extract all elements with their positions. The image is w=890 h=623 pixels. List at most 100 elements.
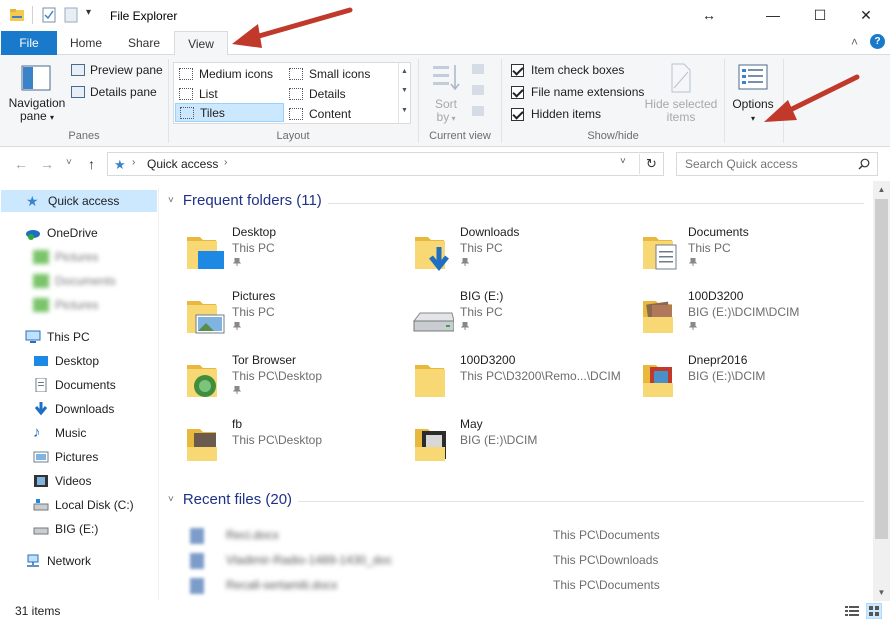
- folder-icon: [415, 365, 445, 397]
- small-icons-icon: [289, 67, 303, 80]
- refresh-icon[interactable]: ↻: [646, 156, 657, 172]
- hidden-items-toggle[interactable]: Hidden items: [511, 104, 601, 124]
- hide-selected-icon: [671, 63, 691, 93]
- folder-tile-100d3200[interactable]: 100D3200 BIG (E:)\DCIM\DCIM: [640, 289, 860, 345]
- nav-music[interactable]: ♪ Music: [33, 422, 86, 444]
- tab-file[interactable]: File: [1, 31, 57, 55]
- pin-icon[interactable]: [233, 258, 241, 266]
- scroll-down-arrow-icon[interactable]: ▼: [873, 584, 890, 601]
- folder-tile-100d3200-remote[interactable]: 100D3200 This PC\D3200\Remo...\DCIM: [412, 353, 632, 409]
- address-dropdown-icon[interactable]: ˅: [620, 156, 626, 167]
- documents-icon: [35, 378, 47, 392]
- new-folder-icon[interactable]: [63, 7, 79, 23]
- nav-onedrive-child[interactable]: Pictures: [33, 246, 98, 268]
- vertical-scrollbar[interactable]: ▲ ▼: [873, 181, 890, 601]
- nav-onedrive-child[interactable]: Pictures: [33, 294, 98, 316]
- nav-onedrive-child[interactable]: Documents: [33, 270, 116, 292]
- tiles-icon: [180, 106, 194, 119]
- folder-tile-downloads[interactable]: Downloads This PC: [412, 225, 632, 281]
- details-view-icon[interactable]: [845, 605, 859, 617]
- breadcrumb-chevron-icon[interactable]: ›: [132, 157, 135, 168]
- tab-home[interactable]: Home: [57, 31, 115, 55]
- item-check-boxes-toggle[interactable]: Item check boxes: [511, 60, 624, 80]
- frequent-folders-header[interactable]: ˅ Frequent folders (11): [168, 192, 322, 209]
- forward-button[interactable]: →: [40, 156, 54, 172]
- pin-icon[interactable]: [233, 386, 241, 394]
- folder-tile-dnepr2016[interactable]: Dnepr2016 BIG (E:)\DCIM: [640, 353, 860, 409]
- nav-documents[interactable]: Documents: [33, 374, 116, 396]
- minimize-button[interactable]: —: [750, 0, 796, 30]
- properties-icon[interactable]: [41, 7, 57, 23]
- chevron-down-icon[interactable]: ˅: [168, 195, 174, 206]
- sort-by-button[interactable]: Sort by ▾: [427, 60, 465, 128]
- breadcrumb-chevron-icon[interactable]: ›: [224, 157, 227, 168]
- options-icon: [738, 64, 768, 90]
- maximize-button[interactable]: ☐: [797, 0, 843, 30]
- pin-icon[interactable]: [689, 322, 697, 330]
- folder-tile-big-drive[interactable]: BIG (E:) This PC: [412, 289, 632, 345]
- recent-file-row[interactable]: Reci.docx This PC\Documents: [160, 525, 860, 545]
- pin-icon[interactable]: [233, 322, 241, 330]
- folder-tile-may[interactable]: May BIG (E:)\DCIM: [412, 417, 632, 473]
- tiles-view-icon[interactable]: [866, 603, 882, 619]
- scroll-up-icon[interactable]: ▲: [399, 63, 410, 81]
- nav-this-pc[interactable]: This PC: [25, 326, 90, 348]
- nav-downloads[interactable]: Downloads: [33, 398, 114, 420]
- folder-tile-fb[interactable]: fb This PC\Desktop: [184, 417, 404, 473]
- nav-onedrive[interactable]: OneDrive: [25, 222, 98, 244]
- recent-file-row[interactable]: Vladimir-Radio-1489-1430_doc This PC\Dow…: [160, 550, 860, 570]
- nav-pictures[interactable]: Pictures: [33, 446, 98, 468]
- recent-locations-icon[interactable]: ˅: [66, 157, 72, 168]
- layout-gallery-scroll[interactable]: ▲ ▼ ▼: [398, 63, 410, 123]
- hide-selected-items-button[interactable]: Hide selected items: [644, 60, 718, 128]
- recent-files-header[interactable]: ˅ Recent files (20): [168, 491, 292, 508]
- chevron-down-icon[interactable]: ˅: [168, 494, 174, 505]
- navigation-pane-button[interactable]: Navigation pane ▾: [6, 59, 66, 127]
- layout-small-icons[interactable]: Small icons: [285, 64, 397, 83]
- recent-file-row[interactable]: Recall-sertamiti.docx This PC\Documents: [160, 575, 860, 595]
- search-icon[interactable]: [858, 158, 870, 170]
- scrollbar-thumb[interactable]: [875, 199, 888, 539]
- up-button[interactable]: ↑: [88, 156, 95, 172]
- checkbox-checked-icon[interactable]: [511, 107, 524, 121]
- layout-content[interactable]: Content: [285, 104, 397, 123]
- folder-tile-pictures[interactable]: Pictures This PC: [184, 289, 404, 345]
- customize-qa-dropdown-icon[interactable]: ▾: [86, 7, 91, 18]
- nav-quick-access[interactable]: ★ Quick access: [1, 190, 157, 212]
- scroll-down-icon[interactable]: ▼: [399, 81, 410, 101]
- folder-tile-documents[interactable]: Documents This PC: [640, 225, 860, 281]
- scroll-up-arrow-icon[interactable]: ▲: [873, 181, 890, 198]
- search-input[interactable]: [678, 154, 853, 174]
- details-pane-button[interactable]: Details pane: [71, 82, 157, 102]
- current-view-group-label: Current view: [429, 130, 491, 142]
- preview-pane-button[interactable]: Preview pane: [71, 60, 163, 80]
- nav-network[interactable]: Network: [25, 550, 91, 572]
- checkbox-checked-icon[interactable]: [511, 63, 524, 77]
- back-button[interactable]: ←: [14, 156, 28, 172]
- pin-icon[interactable]: [461, 322, 469, 330]
- address-box[interactable]: ★ › Quick access › ˅ ↻: [107, 152, 664, 176]
- tab-view[interactable]: View: [174, 31, 228, 56]
- layout-list[interactable]: List: [175, 84, 283, 103]
- close-button[interactable]: ✕: [843, 0, 889, 30]
- nav-desktop[interactable]: Desktop: [33, 350, 99, 372]
- checkbox-checked-icon[interactable]: [511, 85, 524, 99]
- nav-big-drive[interactable]: BIG (E:): [33, 518, 98, 540]
- breadcrumb-quick-access[interactable]: Quick access: [147, 157, 218, 171]
- tab-share[interactable]: Share: [115, 31, 173, 55]
- ribbon-collapse-icon[interactable]: ˄: [851, 35, 858, 49]
- nav-local-disk[interactable]: Local Disk (C:): [33, 494, 134, 516]
- folder-tile-desktop[interactable]: Desktop This PC: [184, 225, 404, 281]
- pin-icon[interactable]: [461, 258, 469, 266]
- help-icon[interactable]: ?: [870, 34, 885, 49]
- layout-medium-icons[interactable]: Medium icons: [175, 64, 283, 83]
- details-icon: [289, 87, 303, 100]
- nav-videos[interactable]: Videos: [33, 470, 91, 492]
- layout-tiles[interactable]: Tiles: [175, 103, 284, 122]
- file-name-extensions-toggle[interactable]: File name extensions: [511, 82, 644, 102]
- layout-details[interactable]: Details: [285, 84, 397, 103]
- pin-icon[interactable]: [689, 258, 697, 266]
- gallery-more-icon[interactable]: ▼: [399, 101, 410, 121]
- options-button[interactable]: Options ▾: [729, 60, 777, 128]
- folder-tile-tor-browser[interactable]: Tor Browser This PC\Desktop: [184, 353, 404, 409]
